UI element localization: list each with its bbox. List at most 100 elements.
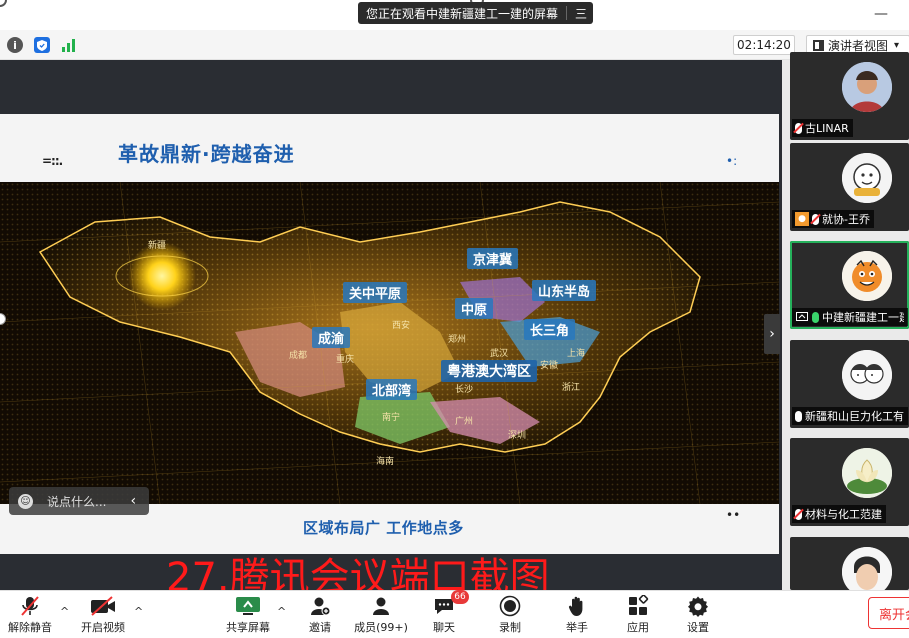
start-video-button[interactable]: 开启视频 xyxy=(73,595,133,635)
city-label: 武汉 xyxy=(490,349,509,359)
info-icon[interactable]: i xyxy=(7,37,23,53)
record-icon xyxy=(499,595,521,617)
city-label: 上海 xyxy=(567,349,586,359)
gallery-toggle-button[interactable]: › xyxy=(764,314,780,354)
region-label-beibuwan: 北部湾 xyxy=(366,379,418,400)
city-label: 郑州 xyxy=(448,335,467,345)
members-button[interactable]: 成员(99+) xyxy=(351,595,411,635)
screen-share-banner[interactable]: 您正在观看中建新疆建工一建的屏幕 三 xyxy=(358,2,594,24)
meeting-timer: 02:14:20 xyxy=(733,35,795,55)
city-label: 海南 xyxy=(376,457,395,467)
city-label: 成都 xyxy=(289,351,308,361)
participant-name: 新疆和山巨力化工有 xyxy=(805,410,904,423)
unmute-button[interactable]: 解除静音 xyxy=(0,595,60,635)
video-options-caret[interactable]: ^ xyxy=(134,605,143,618)
region-label-chengyu: 成渝 xyxy=(312,327,351,348)
share-screen-icon xyxy=(235,595,261,617)
resize-handle-left[interactable] xyxy=(0,0,7,7)
camera-off-icon xyxy=(90,595,116,617)
participant-tile[interactable]: 新疆和山巨力化工有 xyxy=(790,340,909,428)
chat-label: 聊天 xyxy=(433,621,455,634)
city-label: 广州 xyxy=(455,417,474,427)
record-button[interactable]: 录制 xyxy=(480,595,540,635)
quick-chat-input[interactable]: ☺ 说点什么... ‹ xyxy=(9,487,149,515)
meeting-window: 您正在观看中建新疆建工一建的屏幕 三 — i 02:14:20 演讲者视图 ▾ … xyxy=(0,0,909,638)
share-options-caret[interactable]: ^ xyxy=(277,605,286,618)
avatar xyxy=(842,350,892,400)
invite-label: 邀请 xyxy=(309,621,331,634)
avatar xyxy=(842,547,892,590)
raise-hand-label: 举手 xyxy=(566,621,588,634)
raise-hand-button[interactable]: 举手 xyxy=(547,595,607,635)
gear-icon xyxy=(687,595,709,617)
apps-label: 应用 xyxy=(627,621,649,634)
participant-tile[interactable]: ● 就协-王乔 xyxy=(790,143,909,231)
user-badge-icon: ● xyxy=(795,212,809,226)
emoji-icon[interactable]: ☺ xyxy=(18,493,33,509)
slide-foot-mark: •• xyxy=(726,508,741,522)
chat-placeholder[interactable]: 说点什么... xyxy=(47,493,106,510)
members-label: 成员(99+) xyxy=(354,621,408,634)
settings-button[interactable]: 设置 xyxy=(668,595,728,635)
slide-title: 革故鼎新·跨越奋进 xyxy=(118,142,295,166)
region-label-shandong: 山东半岛 xyxy=(532,280,597,301)
share-banner-text: 您正在观看中建新疆建工一建的屏幕 xyxy=(366,6,559,21)
chat-icon: 66 xyxy=(433,590,469,617)
minimize-button[interactable]: — xyxy=(874,6,888,22)
meeting-info-bar: i 02:14:20 演讲者视图 ▾ xyxy=(0,30,909,60)
mic-muted-icon xyxy=(19,595,41,617)
apps-grid-icon xyxy=(627,595,649,617)
signal-strength-icon[interactable] xyxy=(61,37,77,53)
view-mode-label: 演讲者视图 xyxy=(828,38,889,53)
participant-tile-active-speaker[interactable]: 中建新疆建工一建 xyxy=(790,241,909,329)
region-label-zhongyuan: 中原 xyxy=(455,298,494,319)
share-screen-button[interactable]: 共享屏幕 xyxy=(218,595,278,635)
participant-tile[interactable] xyxy=(790,537,909,590)
settings-label: 设置 xyxy=(687,621,709,634)
participant-tile[interactable]: 材料与化工范建 xyxy=(790,438,909,526)
collapse-chat-icon[interactable]: ‹ xyxy=(130,493,136,509)
start-video-label: 开启视频 xyxy=(81,621,125,634)
city-label: 长沙 xyxy=(455,385,474,395)
members-icon xyxy=(370,595,392,617)
region-label-guanzhong: 关中平原 xyxy=(343,282,408,303)
participant-name-bar: 新疆和山巨力化工有 xyxy=(792,407,908,425)
china-map-image: 新疆 京津冀 关中平原 中原 山东半岛 长三角 成渝 粤港澳大湾区 北部湾 西安… xyxy=(0,182,779,504)
slide-logo: =::. xyxy=(42,154,63,168)
slide-header: =::. 革故鼎新·跨越奋进 •: xyxy=(0,114,779,182)
city-label: 重庆 xyxy=(336,355,355,365)
chevron-down-icon: ▾ xyxy=(894,39,900,51)
chat-button[interactable]: 66 聊天 xyxy=(414,590,474,635)
mic-muted-icon xyxy=(795,508,802,520)
mic-icon xyxy=(795,410,802,422)
city-label: 西安 xyxy=(392,321,411,331)
unmute-label: 解除静音 xyxy=(8,621,52,634)
security-shield-icon[interactable] xyxy=(34,37,50,53)
meeting-toolbar: 解除静音 ^ 开启视频 ^ 共享屏幕 ^ 邀请 成员(99+) 66 聊天 录制… xyxy=(0,590,909,638)
audio-options-caret[interactable]: ^ xyxy=(60,605,69,618)
avatar xyxy=(842,62,892,112)
invite-button[interactable]: 邀请 xyxy=(290,595,350,635)
banner-menu-icon[interactable]: 三 xyxy=(575,5,587,22)
participant-tile[interactable]: 古LINAR xyxy=(790,52,909,140)
layout-icon xyxy=(813,39,824,51)
city-label: 安徽 xyxy=(540,361,559,371)
participant-name-bar: 材料与化工范建 xyxy=(792,505,886,523)
city-label: 深圳 xyxy=(508,431,527,441)
mic-active-icon xyxy=(812,311,819,323)
share-screen-label: 共享屏幕 xyxy=(226,621,270,634)
region-label-xinjiang: 新疆 xyxy=(148,241,167,251)
raise-hand-icon xyxy=(566,595,588,617)
screen-share-icon xyxy=(795,310,809,324)
chat-unread-badge: 66 xyxy=(451,590,469,604)
apps-button[interactable]: 应用 xyxy=(608,595,668,635)
shared-screen[interactable]: =::. 革故鼎新·跨越奋进 •: 新疆 京津冀 关中平原 中原 山东半岛 长三… xyxy=(0,60,782,590)
region-label-jingjinji: 京津冀 xyxy=(467,248,519,269)
participant-name: 材料与化工范建 xyxy=(805,508,882,521)
banner-divider xyxy=(566,6,568,20)
avatar xyxy=(842,251,892,301)
participant-name-bar: 中建新疆建工一建 xyxy=(792,308,908,326)
slide-corner-mark: •: xyxy=(726,154,738,168)
region-label-gangaowan: 粤港澳大湾区 xyxy=(441,360,537,382)
leave-meeting-button[interactable]: 离开会议 xyxy=(868,597,909,629)
